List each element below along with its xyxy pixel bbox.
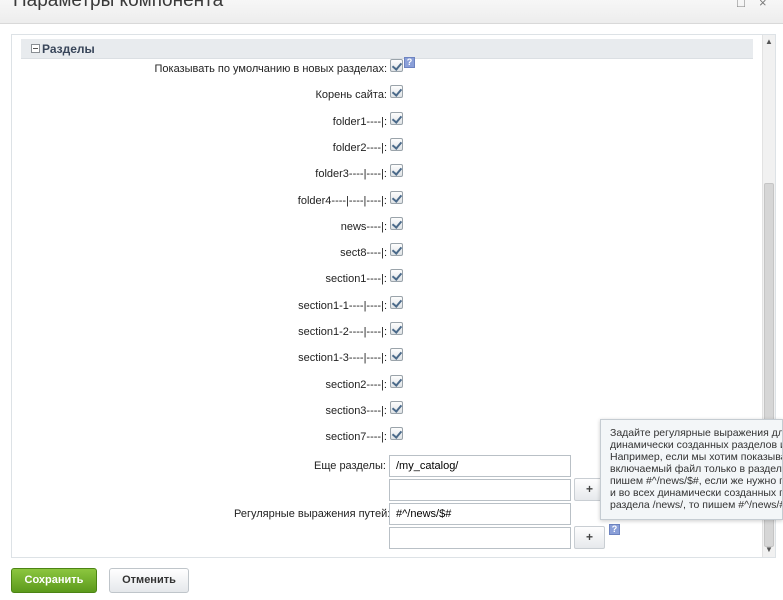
tooltip-line: динамически созданных разделов и — [610, 439, 783, 451]
section-checkbox[interactable] — [390, 59, 403, 72]
more-sections-label: Еще разделы: — [314, 460, 386, 472]
section-checkbox[interactable] — [390, 164, 403, 177]
checkbox-row: section1-1----|----|: — [12, 296, 742, 316]
tooltip-line: и во всех динамически созданных под — [610, 487, 783, 499]
tooltip-line: пишем #^/news/$#, если же нужно по — [610, 475, 783, 487]
section-header-razdely[interactable]: Разделы — [21, 39, 753, 59]
checkbox-label: news----|: — [340, 221, 387, 233]
regex-paths-input-1[interactable] — [389, 503, 571, 525]
checkbox-label: section1-3----|----|: — [298, 352, 387, 364]
section-checkbox[interactable] — [390, 375, 403, 388]
checkbox-row: folder4----|----|----|: — [12, 191, 742, 211]
collapse-icon[interactable] — [31, 44, 40, 53]
checkbox-label: section2----|: — [325, 379, 387, 391]
regex-help-tooltip: Задайте регулярные выражения для динамич… — [600, 419, 783, 520]
add-regex-button[interactable]: + — [574, 526, 605, 549]
section-checkbox[interactable] — [390, 322, 403, 335]
section-checkbox[interactable] — [390, 427, 403, 440]
close-icon[interactable]: × — [759, 0, 767, 10]
checkbox-label: section1-1----|----|: — [298, 300, 387, 312]
checkbox-row: news----|: — [12, 217, 742, 237]
section-checkbox[interactable] — [390, 243, 403, 256]
checkbox-row: folder2----|: — [12, 138, 742, 158]
checkbox-label: folder2----|: — [332, 142, 387, 154]
more-sections-input-2[interactable] — [389, 479, 571, 501]
checkbox-label: section7----|: — [325, 431, 387, 443]
checkbox-row: sect8----|: — [12, 243, 742, 263]
checkbox-row: Корень сайта: — [12, 85, 742, 105]
checkbox-label: folder4----|----|----|: — [297, 195, 387, 207]
checkbox-row: section3----|: — [12, 401, 742, 421]
regex-paths-label: Регулярные выражения путей: — [234, 508, 391, 520]
checkbox-row: Показывать по умолчанию в новых разделах… — [12, 59, 742, 79]
dialog-titlebar: Параметры компонента □ × — [0, 0, 783, 24]
section-checkbox[interactable] — [390, 85, 403, 98]
section-checkbox[interactable] — [390, 296, 403, 309]
save-button[interactable]: Сохранить — [11, 568, 97, 593]
help-icon[interactable]: ? — [404, 57, 415, 68]
section-title: Разделы — [42, 42, 95, 56]
section-checkbox[interactable] — [390, 217, 403, 230]
cancel-button[interactable]: Отменить — [109, 568, 189, 593]
checkbox-label: Показывать по умолчанию в новых разделах… — [154, 63, 387, 75]
checkbox-label: sect8----|: — [340, 247, 387, 259]
dialog-title: Параметры компонента — [13, 0, 224, 11]
checkbox-label: Корень сайта: — [315, 89, 387, 101]
section-checkbox[interactable] — [390, 191, 403, 204]
checkbox-row: section1----|: — [12, 269, 742, 289]
regex-paths-input-2[interactable] — [389, 527, 571, 549]
checkbox-row: folder1----|: — [12, 112, 742, 132]
checkbox-label: section3----|: — [325, 405, 387, 417]
section-checkbox[interactable] — [390, 138, 403, 151]
checkbox-row: section1-2----|----|: — [12, 322, 742, 342]
more-sections-input-1[interactable] — [389, 455, 571, 477]
section-checkbox[interactable] — [390, 112, 403, 125]
tooltip-line: раздела /news/, то пишем #^/news/# — [610, 499, 783, 511]
help-icon-regex[interactable]: ? — [609, 524, 620, 535]
section-checkbox[interactable] — [390, 348, 403, 361]
minimize-icon[interactable]: □ — [737, 0, 745, 10]
tooltip-line: Задайте регулярные выражения для — [610, 427, 783, 439]
section-checkbox[interactable] — [390, 269, 403, 282]
checkbox-label: folder3----|----|: — [315, 168, 387, 180]
checkbox-label: section1----|: — [325, 273, 387, 285]
checkbox-label: folder1----|: — [332, 116, 387, 128]
tooltip-line: включаемый файл только в разделе — [610, 463, 783, 475]
checkbox-row: section1-3----|----|: — [12, 348, 742, 368]
scroll-down-icon[interactable]: ▼ — [765, 545, 773, 554]
section-checkbox[interactable] — [390, 401, 403, 414]
checkbox-row: section2----|: — [12, 375, 742, 395]
scroll-up-icon[interactable]: ▲ — [765, 37, 773, 46]
checkbox-row: folder3----|----|: — [12, 164, 742, 184]
tooltip-line: Например, если мы хотим показыват — [610, 451, 783, 463]
checkbox-label: section1-2----|----|: — [298, 326, 387, 338]
